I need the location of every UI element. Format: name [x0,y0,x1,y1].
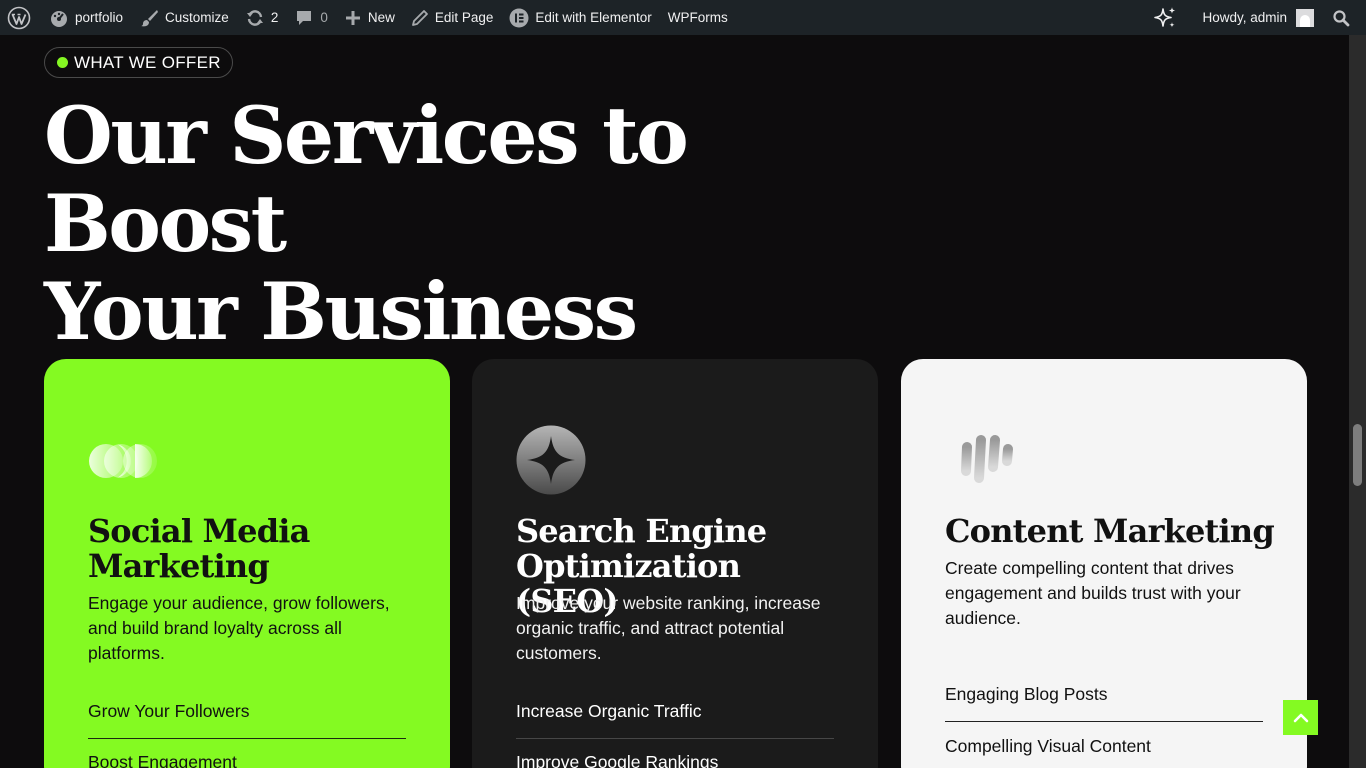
site-name-link[interactable]: portfolio [41,0,131,35]
comments-link[interactable]: 0 [286,0,336,35]
site-name-label: portfolio [75,10,124,25]
updates-icon [246,9,263,26]
elementor-icon [509,8,529,27]
card-description: Engage your audience, grow followers, an… [88,593,390,663]
pencil-icon [411,9,428,26]
service-card-social-media: Social Media Marketing Engage your audie… [44,359,450,768]
admin-bar-right: Howdy, admin [1144,0,1366,35]
feature-item: Increase Organic Traffic [516,701,834,739]
feature-item: Grow Your Followers [88,701,406,739]
feature-item: Improve Google Rankings [516,752,719,768]
comment-icon [297,10,312,25]
wordpress-icon [7,6,31,29]
customize-link[interactable]: Customize [131,0,237,35]
edit-with-elementor-link[interactable]: Edit with Elementor [501,0,659,35]
sparkle-star-icon [516,425,586,495]
sparkles-icon [1154,6,1176,28]
customize-label: Customize [165,10,229,25]
feature-item: Engaging Blog Posts [945,684,1263,722]
admin-search-button[interactable] [1322,0,1366,35]
section-title-line-2: Your Business [44,265,638,358]
howdy-label: Howdy, admin [1202,10,1287,25]
new-content-link[interactable]: New [336,0,403,35]
section-title-line-1: Our Services to Boost [44,89,689,270]
feature-item: Compelling Visual Content [945,736,1151,756]
avatar [1296,8,1314,27]
card-description: Improve your website ranking, increase o… [516,593,821,663]
edit-page-label: Edit Page [434,10,494,25]
service-card-content-marketing: Content Marketing Create compelling cont… [901,359,1307,768]
elementor-label: Edit with Elementor [535,10,652,25]
scrollbar-thumb[interactable] [1353,424,1362,486]
new-label: New [367,10,395,25]
plus-icon [345,10,360,25]
edit-page-link[interactable]: Edit Page [403,0,502,35]
feature-item: Boost Engagement [88,752,237,768]
three-circles-icon [89,444,157,478]
section-tag: WHAT WE OFFER [44,47,233,78]
section-tag-label: WHAT WE OFFER [74,52,221,72]
wpforms-label: WPForms [667,10,728,25]
wordpress-logo-button[interactable] [0,0,41,35]
back-to-top-button[interactable] [1283,700,1318,735]
service-card-seo: Search Engine Optimization (SEO) Improve… [472,359,878,768]
status-dot [57,57,68,68]
page-scrollbar[interactable] [1349,35,1366,768]
chevron-up-icon [1293,713,1308,722]
search-icon [1333,9,1350,26]
bars-wave-icon [948,435,1013,483]
card-title: Content Marketing [945,512,1275,550]
card-title: Social Media Marketing [88,512,310,585]
card-description: Create compelling content that drives en… [945,558,1241,628]
dashboard-icon [51,10,67,27]
my-account-menu[interactable]: Howdy, admin [1194,0,1322,35]
updates-count: 2 [270,10,279,25]
section-title: Our Services to Boost Your Business [44,92,944,356]
comments-count: 0 [320,10,328,25]
updates-link[interactable]: 2 [237,0,287,35]
wpforms-link[interactable]: WPForms [660,0,736,35]
paintbrush-icon [141,9,159,26]
admin-bar: portfolio Customize 2 0 New Edit Page Ed… [0,0,1366,35]
ai-assistant-button[interactable] [1144,0,1194,35]
